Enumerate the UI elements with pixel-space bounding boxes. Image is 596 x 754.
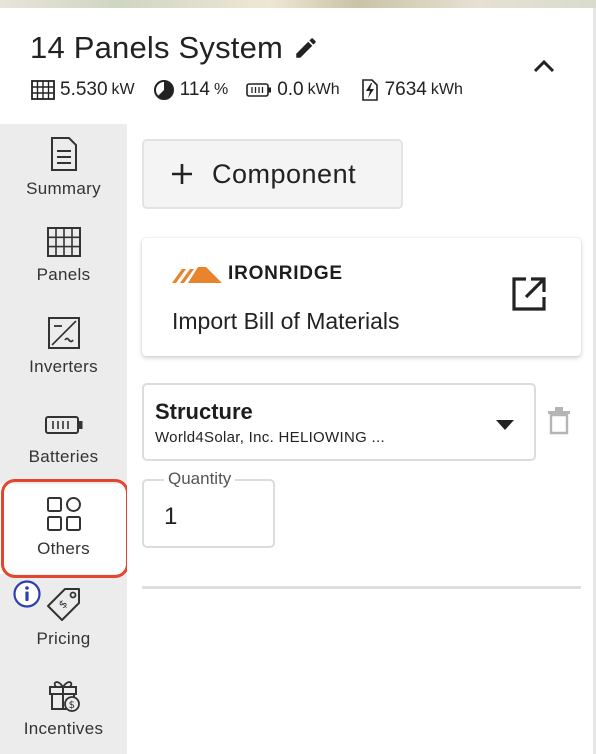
info-icon[interactable]: [12, 579, 42, 609]
system-title: 14 Panels System: [30, 30, 284, 65]
sidebar-item-label: Inverters: [29, 357, 98, 376]
background-photo-strip: [0, 0, 596, 8]
offset-unit: %: [213, 81, 229, 98]
component-category: Structure: [155, 399, 253, 424]
dropdown-caret-icon: [496, 420, 514, 430]
add-component-label: Component: [212, 158, 357, 189]
battery-icon: [246, 83, 272, 97]
solar-panel-icon: [46, 227, 81, 257]
power-value: 5.530: [60, 79, 108, 100]
grid-shapes-icon: [46, 497, 81, 531]
sidebar-item-label: Others: [37, 539, 90, 558]
stat-offset: 114 %: [153, 79, 229, 101]
brand-name: IRONRIDGE: [228, 263, 343, 284]
quantity-value[interactable]: 1: [164, 503, 177, 531]
solar-grid-icon: [31, 80, 55, 100]
svg-text:$: $: [56, 597, 70, 611]
sidebar-item-label: Incentives: [23, 719, 104, 738]
ironridge-logo: IRONRIDGE: [172, 263, 343, 285]
sidebar-item-label: Batteries: [28, 447, 99, 466]
stat-power: 5.530 kW: [31, 79, 135, 101]
sidebar-item-panels[interactable]: Panels: [0, 214, 127, 304]
stat-production: 7634 kWh: [358, 78, 463, 102]
offset-pie-icon: [153, 80, 174, 100]
pencil-edit-icon[interactable]: [293, 35, 319, 61]
ironridge-mountain-icon: [172, 267, 222, 283]
title-row: 14 Panels System: [30, 30, 319, 66]
sidebar-item-others[interactable]: Others: [0, 484, 127, 574]
sidebar-item-label: Summary: [26, 179, 101, 198]
import-bom-label: Import Bill of Materials: [172, 308, 400, 334]
battery-icon: [44, 416, 82, 434]
sidebar-item-label: Pricing: [36, 629, 91, 648]
chevron-up-icon: [533, 59, 555, 73]
inverter-icon: [47, 317, 80, 349]
svg-text:$: $: [68, 700, 74, 711]
import-bom-card[interactable]: IRONRIDGE Import Bill of Materials: [142, 238, 581, 356]
collapse-button[interactable]: [526, 52, 562, 80]
production-value: 7634: [384, 79, 427, 100]
price-tag-icon: $: [46, 588, 80, 621]
quantity-label: Quantity: [164, 469, 236, 489]
stat-battery: 0.0 kWh: [246, 79, 340, 101]
power-unit: kW: [111, 81, 135, 98]
sidebar-item-summary[interactable]: Summary: [0, 124, 127, 214]
quantity-field[interactable]: Quantity 1: [142, 469, 275, 548]
battery-unit: kWh: [307, 81, 340, 98]
section-divider: [142, 586, 581, 589]
add-component-button[interactable]: Component: [142, 139, 403, 209]
component-select[interactable]: Structure World4Solar, Inc. HELIOWING ..…: [142, 383, 536, 461]
gift-icon: $: [48, 681, 80, 712]
sidebar-item-label: Panels: [36, 265, 91, 284]
trash-icon[interactable]: [546, 406, 572, 436]
offset-value: 114: [179, 79, 210, 100]
document-icon: [50, 137, 77, 171]
sidebar-item-incentives[interactable]: $ Incentives: [0, 664, 127, 754]
sidebar-item-inverters[interactable]: Inverters: [0, 304, 127, 394]
sidebar-nav: Summary Panels Inverters Batteries Other…: [0, 124, 127, 754]
lightning-icon: [361, 79, 378, 101]
plus-icon: [172, 164, 192, 184]
sidebar-item-batteries[interactable]: Batteries: [0, 394, 127, 484]
system-header: 14 Panels System 5.530 kW 114 % 0.0 kWh …: [0, 8, 593, 124]
battery-value: 0.0: [277, 79, 304, 100]
component-product: World4Solar, Inc. HELIOWING ...: [155, 429, 385, 446]
production-unit: kWh: [430, 81, 463, 98]
system-stats: 5.530 kW 114 % 0.0 kWh 7634 kWh: [31, 78, 481, 102]
external-link-icon[interactable]: [509, 274, 549, 314]
